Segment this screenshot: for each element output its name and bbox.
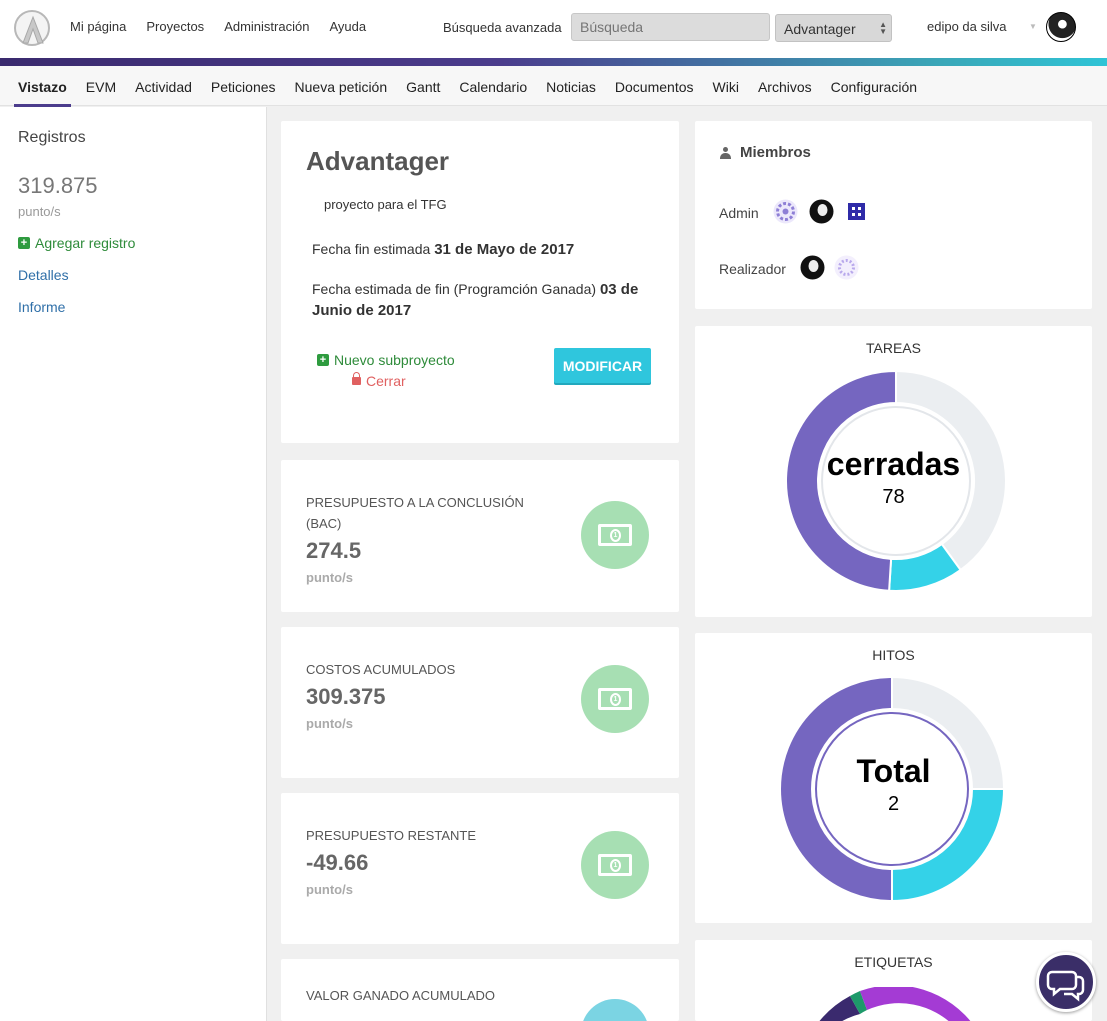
estimated-end-value: 31 de Mayo de 2017 <box>434 241 575 258</box>
app-logo-icon[interactable] <box>14 10 50 46</box>
metric-card-earned-value: VALOR GANADO ACUMULADO <box>281 959 679 1021</box>
metric-label: PRESUPUESTO RESTANTE <box>306 828 476 843</box>
close-project-link[interactable]: Cerrar <box>352 372 406 389</box>
top-bar: Mi página Proyectos Administración Ayuda… <box>0 0 1107 58</box>
money-icon: 1 <box>581 831 649 899</box>
metric-unit: punto/s <box>306 716 353 731</box>
tags-donut-chart-partial <box>819 987 971 1021</box>
chart-center-label: Total <box>856 753 931 789</box>
tab-news[interactable]: Noticias <box>546 79 596 95</box>
metric-label: PRESUPUESTO A LA CONCLUSIÓN (BAC) <box>306 495 524 531</box>
estimated-end-date: Fecha fin estimada 31 de Mayo de 2017 <box>312 239 652 260</box>
chat-button[interactable] <box>1036 952 1096 1012</box>
members-title: Miembros <box>720 144 811 161</box>
member-avatar[interactable] <box>834 255 859 280</box>
metric-card-costs: COSTOS ACUMULADOS 309.375 punto/s 1 <box>281 627 679 778</box>
username-menu[interactable]: edipo da silva <box>927 19 1007 34</box>
tab-gantt[interactable]: Gantt <box>406 79 440 95</box>
new-subproject-label: Nuevo subproyecto <box>334 352 455 368</box>
metric-unit: punto/s <box>306 570 353 585</box>
select-arrows-icon: ▲ ▼ <box>879 20 887 36</box>
metric-label: COSTOS ACUMULADOS <box>306 662 456 677</box>
metric-card-bac: PRESUPUESTO A LA CONCLUSIÓN (BAC) 274.5 … <box>281 460 679 612</box>
user-icon <box>720 146 731 159</box>
metric-value: 309.375 <box>306 684 386 709</box>
chart-title: ETIQUETAS <box>854 954 933 970</box>
project-select-value: Advantager <box>784 21 856 37</box>
chat-bubble-icon <box>1046 970 1085 1002</box>
project-title: Advantager <box>306 146 450 176</box>
metric-label: VALOR GANADO ACUMULADO <box>306 988 496 1003</box>
chevron-down-icon[interactable]: ▼ <box>1029 22 1037 31</box>
chart-center-value: 78 <box>882 486 905 508</box>
top-nav: Mi página Proyectos Administración Ayuda <box>70 19 366 34</box>
chart-center-value: 2 <box>887 793 900 815</box>
chart-title: HITOS <box>872 647 915 663</box>
evm-end-label: Fecha estimada de fin (Programción Ganad… <box>312 281 597 297</box>
tab-documents[interactable]: Documentos <box>615 79 694 95</box>
sidebar-title: Registros <box>18 129 86 146</box>
tags-slice <box>860 987 971 1021</box>
tab-settings[interactable]: Configuración <box>831 79 917 95</box>
project-description: proyecto para el TFG <box>324 197 447 212</box>
tab-evm[interactable]: EVM <box>86 79 116 95</box>
tab-overview[interactable]: Vistazo <box>14 79 71 107</box>
role-performer: Realizador <box>719 261 786 277</box>
tab-new-issue[interactable]: Nueva petición <box>295 79 388 95</box>
sidebar-divider <box>266 107 267 1021</box>
user-avatar[interactable] <box>1046 12 1076 42</box>
member-avatar[interactable] <box>800 255 825 280</box>
nav-help[interactable]: Ayuda <box>329 19 366 34</box>
nav-projects[interactable]: Proyectos <box>146 19 204 34</box>
chart-title: TAREAS <box>866 340 921 356</box>
metric-card-remaining: PRESUPUESTO RESTANTE -49.66 punto/s 1 <box>281 793 679 944</box>
time-entries-unit: punto/s <box>18 204 61 219</box>
nav-administration[interactable]: Administración <box>224 19 309 34</box>
chart-icon <box>581 999 649 1021</box>
tab-activity[interactable]: Actividad <box>135 79 192 95</box>
evm-end-date: Fecha estimada de fin (Programción Ganad… <box>312 279 652 321</box>
header-gradient-bar <box>0 58 1107 66</box>
members-card: Miembros Admin Realizador <box>695 121 1092 309</box>
milestones-chart-card: HITOS Total 2 <box>695 633 1092 923</box>
tab-calendar[interactable]: Calendario <box>459 79 527 95</box>
project-tabs: Vistazo EVM Actividad Peticiones Nueva p… <box>0 66 1107 107</box>
tab-issues[interactable]: Peticiones <box>211 79 276 95</box>
modify-button[interactable]: MODIFICAR <box>554 348 651 383</box>
money-icon: 1 <box>581 665 649 733</box>
member-avatar[interactable] <box>809 199 834 224</box>
project-select[interactable]: Advantager ▲ ▼ <box>775 14 892 42</box>
member-avatar[interactable] <box>844 199 869 224</box>
metric-value: -49.66 <box>306 850 369 875</box>
tab-files[interactable]: Archivos <box>758 79 812 95</box>
plus-icon: + <box>317 354 329 366</box>
tab-wiki[interactable]: Wiki <box>713 79 739 95</box>
search-input[interactable] <box>571 13 770 41</box>
advanced-search-link[interactable]: Búsqueda avanzada <box>443 20 562 35</box>
new-subproject-link[interactable]: + Nuevo subproyecto <box>317 352 455 368</box>
lock-icon <box>352 372 361 385</box>
add-entry-link[interactable]: + Agregar registro <box>18 235 135 251</box>
nav-my-page[interactable]: Mi página <box>70 19 126 34</box>
sidebar: Registros 319.875 punto/s + Agregar regi… <box>0 107 266 1021</box>
details-link[interactable]: Detalles <box>18 267 69 283</box>
members-title-label: Miembros <box>740 144 811 161</box>
role-admin: Admin <box>719 205 759 221</box>
add-entry-label: Agregar registro <box>35 235 136 251</box>
report-link[interactable]: Informe <box>18 299 65 315</box>
close-project-label: Cerrar <box>366 373 406 389</box>
chart-center-label: cerradas <box>826 446 961 482</box>
metric-value: 274.5 <box>306 538 362 563</box>
member-avatar[interactable] <box>773 199 798 224</box>
estimated-end-label: Fecha fin estimada <box>312 241 431 257</box>
tags-chart-card: ETIQUETAS <box>695 940 1092 1021</box>
tasks-chart-card: TAREAS cerradas 78 <box>695 326 1092 617</box>
metric-unit: punto/s <box>306 882 353 897</box>
money-icon: 1 <box>581 501 649 569</box>
plus-icon: + <box>18 237 30 249</box>
project-card: Advantager proyecto para el TFG Fecha fi… <box>281 121 679 443</box>
time-entries-total: 319.875 <box>18 173 98 198</box>
